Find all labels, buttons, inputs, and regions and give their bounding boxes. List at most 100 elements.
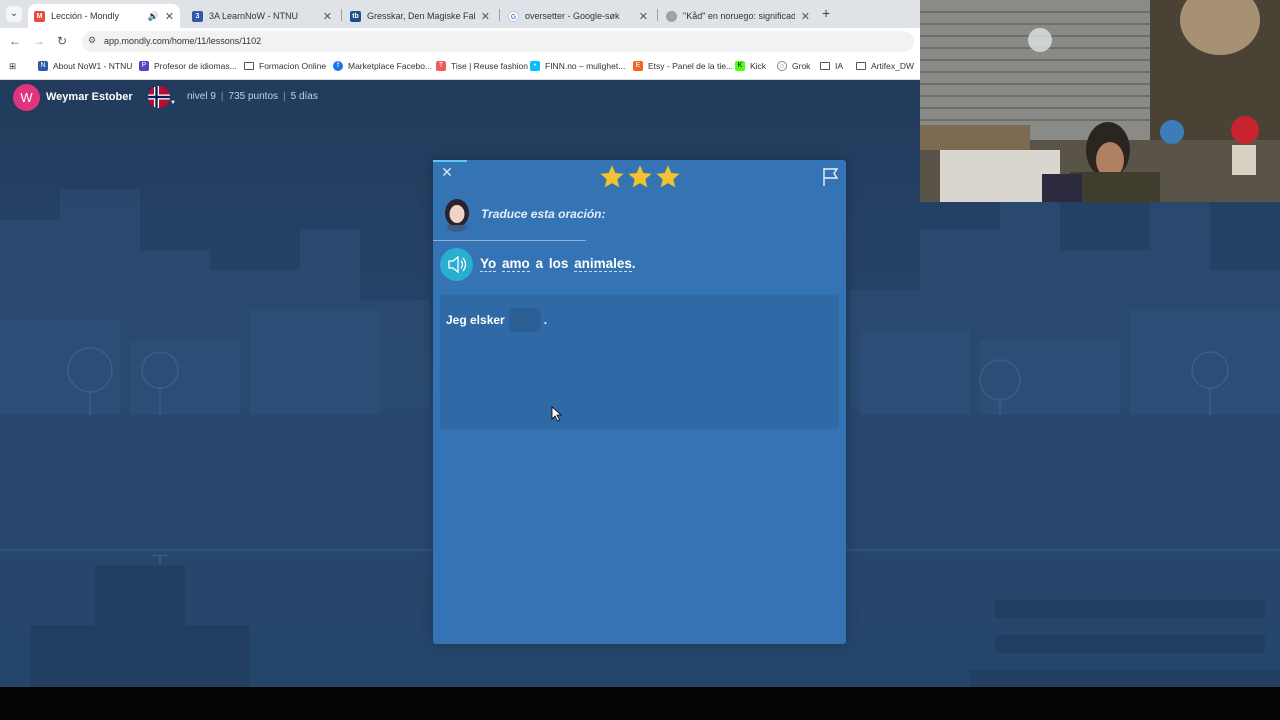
close-tab-icon[interactable]: ✕ [323, 10, 332, 23]
grok-icon: ○ [777, 61, 787, 71]
star-rating [598, 163, 682, 191]
preply-icon: P [139, 61, 149, 71]
bookmark-label: Marketplace Facebo... [348, 61, 433, 71]
stat-divider: | [220, 91, 224, 102]
word-token: los [548, 256, 569, 271]
bookmarks-bar: ⊞ N About NoW1 - NTNU P Profesor de idioma… [0, 55, 920, 80]
answer-area[interactable]: Jeg elsker . [440, 295, 839, 429]
norway-flag-icon[interactable] [148, 86, 170, 108]
webcam-overlay [920, 0, 1280, 202]
close-tab-icon[interactable]: ✕ [639, 10, 648, 23]
report-flag-icon[interactable] [822, 167, 840, 187]
source-sentence: Yo amo a los animales. [480, 256, 636, 272]
play-audio-button[interactable] [440, 248, 473, 281]
tab-gresskar[interactable]: tb Gresskar, Den Magiske Fabrikk... ✕ [344, 4, 496, 28]
tab-mondly[interactable]: M Lección - Mondly 🔊 ✕ [28, 4, 180, 28]
folder-icon [244, 62, 254, 70]
bookmark-ia[interactable]: IA [820, 61, 843, 71]
kick-icon: K [735, 61, 745, 71]
sentence-period: . [631, 256, 636, 271]
tab-google-search[interactable]: G oversetter - Google-søk ✕ [502, 4, 654, 28]
user-header: W Weymar Estober ▼ nivel 9 | 735 puntos | 5 … [0, 80, 920, 116]
site-info-icon[interactable]: ⚙ [88, 35, 100, 47]
tab-title: Lección - Mondly [51, 11, 120, 21]
facebook-icon: f [333, 61, 343, 71]
close-tab-icon[interactable]: ✕ [481, 10, 490, 23]
tab-title: Gresskar, Den Magiske Fabrikk... [367, 11, 475, 21]
tutor-avatar [441, 197, 473, 232]
streak-text: 5 días [290, 91, 318, 102]
tab-kad-noruego[interactable]: ◌ "Kåd" en noruego: significados... ✕ [660, 4, 816, 28]
bookmark-label: About NoW1 - NTNU [53, 61, 133, 71]
tab-strip: ⌄ M Lección - Mondly 🔊 ✕ 3 3A LearnNoW -… [0, 0, 920, 28]
bookmark-label: IA [835, 61, 844, 71]
lesson-progress-bar [433, 160, 467, 162]
bookmark-profesor[interactable]: P Profesor de idiomas... [139, 61, 237, 71]
back-arrow-icon[interactable]: ← [9, 34, 21, 48]
audio-playing-icon[interactable]: 🔊 [148, 11, 159, 22]
bookmark-artifex[interactable]: Artifex_DW [856, 61, 914, 71]
bookmark-label: Kick [750, 61, 767, 71]
answer-blank-slot[interactable] [508, 308, 541, 332]
word-token[interactable]: animales [574, 256, 632, 272]
bookmark-about-now[interactable]: N About NoW1 - NTNU [38, 61, 132, 71]
bookmark-formacion[interactable]: Formacion Online [244, 61, 326, 71]
ntnu-favicon-icon: 3 [192, 10, 203, 22]
word-token[interactable]: Yo [480, 256, 497, 272]
bookmark-label: FINN.no – mulighet... [545, 61, 626, 71]
divider [433, 240, 586, 241]
bookmark-tise[interactable]: T Tise | Reuse fashion [436, 61, 528, 71]
lesson-card: ✕ Traduce esta oración: Yo amo a los ani… [433, 160, 846, 644]
url-field[interactable]: ⚙ app.mondly.com/home/11/lessons/1102 [82, 31, 914, 52]
tab-learnnow[interactable]: 3 3A LearnNoW - NTNU ✕ [186, 4, 338, 28]
reload-icon[interactable]: ↻ [57, 34, 67, 48]
user-stats: nivel 9 | 735 puntos | 5 días [187, 91, 318, 102]
answer-sentence: Jeg elsker . [446, 308, 547, 332]
language-dropdown-icon[interactable]: ▼ [170, 100, 176, 106]
answer-prefix: Jeg elsker [446, 313, 505, 327]
close-tab-icon[interactable]: ✕ [165, 10, 174, 23]
star-icon [600, 165, 624, 188]
instruction-text: Traduce esta oración: [481, 207, 606, 221]
tb-favicon-icon: tb [350, 10, 361, 22]
folder-icon [856, 62, 866, 70]
bookmark-finn[interactable]: • FINN.no – mulighet... [530, 61, 625, 71]
answer-suffix: . [543, 313, 548, 327]
bookmark-label: Tise | Reuse fashion [451, 61, 529, 71]
bookmark-kick[interactable]: K Kick [735, 61, 766, 71]
finn-icon: • [530, 61, 540, 71]
url-text: app.mondly.com/home/11/lessons/1102 [104, 36, 262, 46]
bookmark-grok[interactable]: ○ Grok [777, 61, 810, 71]
star-icon [656, 165, 680, 188]
forward-arrow-icon[interactable]: → [33, 34, 45, 48]
new-tab-button[interactable]: + [822, 5, 830, 21]
tab-divider [499, 9, 500, 21]
speaker-icon [448, 255, 467, 274]
address-bar-row: ← → ↻ ⚙ app.mondly.com/home/11/lessons/1… [0, 28, 920, 55]
tab-title: 3A LearnNoW - NTNU [209, 11, 299, 21]
ntnu-icon: N [38, 61, 48, 71]
globe-favicon-icon: ◌ [666, 10, 677, 22]
avatar[interactable]: W [13, 84, 40, 111]
apps-grid-icon[interactable]: ⊞ [9, 61, 16, 72]
bottom-bar [0, 687, 1280, 720]
google-favicon-icon: G [508, 10, 519, 22]
bookmark-label: Etsy - Panel de la tie... [648, 61, 734, 71]
tab-title: oversetter - Google-søk [525, 11, 620, 21]
tise-icon: T [436, 61, 446, 71]
bookmark-label: Profesor de idiomas... [154, 61, 237, 71]
word-token[interactable]: amo [502, 256, 530, 272]
word-token: a [535, 256, 544, 271]
level-text: nivel 9 [187, 91, 216, 102]
folder-icon [820, 62, 830, 70]
tab-search-icon[interactable]: ⌄ [6, 6, 22, 22]
user-name[interactable]: Weymar Estober [46, 91, 133, 103]
mouse-cursor-icon [551, 406, 563, 422]
bookmark-etsy[interactable]: E Etsy - Panel de la tie... [633, 61, 733, 71]
tab-divider [341, 9, 342, 21]
bookmark-label: Formacion Online [259, 61, 327, 71]
bookmark-marketplace[interactable]: f Marketplace Facebo... [333, 61, 432, 71]
tab-title: "Kåd" en noruego: significados... [683, 11, 795, 21]
close-tab-icon[interactable]: ✕ [801, 10, 810, 23]
close-icon[interactable]: ✕ [439, 164, 455, 180]
